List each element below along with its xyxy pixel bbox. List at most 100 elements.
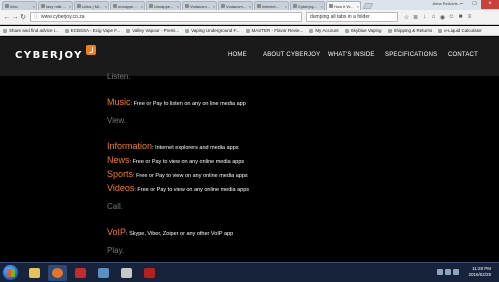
bookmark-item[interactable]: Share and find advice r... xyxy=(3,28,59,33)
tab-favicon xyxy=(221,4,225,8)
browser-toolbar: ← → ↻ ⓘ www.cyberjoy.co.za dumping all t… xyxy=(0,10,499,25)
bookmark-label: MASTER - Flavor Revie... xyxy=(251,28,304,33)
tab-favicon xyxy=(293,4,297,8)
bookmark-item[interactable]: My Account xyxy=(309,28,339,33)
browser-tab-active[interactable]: How It W... × xyxy=(326,1,361,10)
nav-about[interactable]: ABOUT CYBERJOY xyxy=(263,52,320,58)
bookmark-icon xyxy=(245,28,250,33)
browser-tab[interactable]: Cyberjoy... × xyxy=(290,1,325,10)
tab-close-icon[interactable]: × xyxy=(105,4,107,9)
download-icon[interactable]: ↓ xyxy=(420,14,429,21)
bookmark-icon xyxy=(3,28,7,33)
search-input[interactable]: dumping all tabs in a folder xyxy=(306,12,398,22)
site-header: CYBERJOY HOME ABOUT CYBERJOY WHAT'S INSI… xyxy=(0,37,499,76)
window-controls: – □ × xyxy=(455,0,499,9)
menu-icon[interactable]: ≡ xyxy=(465,14,474,21)
tab-label: Links | Mi... xyxy=(82,3,103,9)
tab-label: How It W... xyxy=(334,3,354,9)
nav-contact[interactable]: CONTACT xyxy=(448,52,478,58)
browser-tab[interactable]: Vodacom... × xyxy=(182,1,217,10)
bookmark-label: Share and find advice r... xyxy=(9,28,59,33)
bookmark-label: Skyblue Vaping xyxy=(350,28,382,33)
site-logo[interactable]: CYBERJOY xyxy=(15,50,83,61)
browser-tab[interactable]: Iazy milk ... × xyxy=(38,1,73,10)
pocket-icon[interactable]: ◉ xyxy=(438,14,447,21)
bookmark-label: Valley Vapour - Premi... xyxy=(132,28,180,33)
tab-close-icon[interactable]: × xyxy=(249,4,251,9)
minimize-icon[interactable]: – xyxy=(455,0,468,9)
maximize-icon[interactable]: □ xyxy=(468,0,481,9)
bookmark-item[interactable]: Shipping & Returns xyxy=(387,28,432,33)
tab-label: Vodacom... xyxy=(226,3,247,9)
smile-icon[interactable]: ☺ xyxy=(447,14,456,21)
address-bar[interactable]: ⓘ www.cyberjoy.co.za xyxy=(30,12,302,22)
tray-volume-icon[interactable] xyxy=(445,269,451,275)
browser-tab[interactable]: Internet... × xyxy=(254,1,289,10)
bookmark-item[interactable]: MASTER - Flavor Revie... xyxy=(245,28,304,33)
feature-label: VoIP xyxy=(107,227,127,237)
back-arrow-icon[interactable]: ← xyxy=(3,14,11,21)
feature-desc: : Free or Pay to view on any online medi… xyxy=(134,187,250,193)
tab-close-icon[interactable]: × xyxy=(285,4,287,9)
home-icon[interactable]: ⌂ xyxy=(429,14,438,21)
taskbar-mail-icon[interactable] xyxy=(117,265,136,281)
bookmark-item[interactable]: Vaping Underground F... xyxy=(185,28,240,33)
page-info-icon[interactable]: ⓘ xyxy=(34,13,39,21)
extension-icon[interactable]: ■ xyxy=(456,14,465,21)
taskbar-folder-icon[interactable] xyxy=(25,265,44,281)
reload-icon[interactable]: ↻ xyxy=(19,13,27,21)
tray-flag-icon[interactable] xyxy=(453,269,459,275)
forward-arrow-icon[interactable]: → xyxy=(11,14,19,21)
browser-tab[interactable]: Inbo × xyxy=(2,1,37,10)
tab-favicon xyxy=(77,4,81,8)
section-heading-play: Play. xyxy=(107,246,125,255)
section-heading-call: Call. xyxy=(107,202,124,211)
tab-close-icon[interactable]: × xyxy=(321,4,323,9)
nav-home[interactable]: HOME xyxy=(228,52,247,58)
reading-list-icon[interactable]: ≣ xyxy=(411,14,420,21)
tab-favicon xyxy=(5,4,9,8)
tab-favicon xyxy=(257,4,261,8)
browser-tab[interactable]: Links | Mi... × xyxy=(74,1,109,10)
taskbar-jp-app-icon[interactable] xyxy=(71,265,90,281)
browser-tab[interactable]: Uncappe... × xyxy=(146,1,181,10)
bookmark-item[interactable]: Valley Vapour - Premi... xyxy=(126,28,179,33)
url-text: www.cyberjoy.co.za xyxy=(41,14,85,20)
bookmark-label: e-Liquid Calculator xyxy=(444,28,482,33)
new-tab-button[interactable] xyxy=(362,3,374,9)
bookmark-icon xyxy=(309,28,314,33)
feature-voip: VoIP: Skype, Viber, Zoiper or any other … xyxy=(107,222,233,240)
close-icon[interactable]: × xyxy=(481,0,499,9)
bookmark-item[interactable]: Skyblue Vaping xyxy=(344,28,382,33)
star-icon[interactable]: ☆ xyxy=(402,14,411,21)
tab-close-icon[interactable]: × xyxy=(141,4,143,9)
bookmark-item[interactable]: e-Liquid Calculator xyxy=(438,28,482,33)
tray-network-icon[interactable] xyxy=(437,269,443,275)
bookmark-item[interactable]: ECBSSA - Ecig Vape F... xyxy=(64,28,120,33)
taskbar-firefox-icon[interactable] xyxy=(48,265,67,281)
toolbar-icons: ☆ ≣ ↓ ⌂ ◉ ☺ ■ ≡ xyxy=(402,14,474,21)
tab-close-icon[interactable]: × xyxy=(69,4,71,9)
bookmark-icon xyxy=(185,28,190,33)
tab-close-icon[interactable]: × xyxy=(357,4,359,9)
clock[interactable]: 11:28 PM 2016/02/29 xyxy=(468,266,491,278)
nav-whats-inside[interactable]: WHAT'S INSIDE xyxy=(328,52,375,58)
clock-date: 2016/02/29 xyxy=(468,272,491,277)
start-button[interactable] xyxy=(2,264,19,281)
tab-label: Inbo xyxy=(10,3,18,9)
bookmark-icon xyxy=(126,28,131,33)
taskbar: 11:28 PM 2016/02/29 xyxy=(0,262,499,282)
tab-label: Cyberjoy... xyxy=(298,3,317,9)
tab-label: Internet... xyxy=(262,3,279,9)
tab-close-icon[interactable]: × xyxy=(33,4,35,9)
tab-close-icon[interactable]: × xyxy=(213,4,215,9)
nav-specifications[interactable]: SPECIFICATIONS xyxy=(385,52,437,58)
taskbar-pdf-icon[interactable] xyxy=(140,265,159,281)
bookmark-label: My Account xyxy=(315,28,339,33)
taskbar-explorer-icon[interactable] xyxy=(94,265,113,281)
browser-tab[interactable]: uncappe... × xyxy=(110,1,145,10)
browser-tab[interactable]: Vodacom... × xyxy=(218,1,253,10)
tab-label: Uncappe... xyxy=(154,3,174,9)
tab-strip: Inbo × Iazy milk ... × Links | Mi... × unca… xyxy=(0,0,499,10)
tab-close-icon[interactable]: × xyxy=(177,4,179,9)
